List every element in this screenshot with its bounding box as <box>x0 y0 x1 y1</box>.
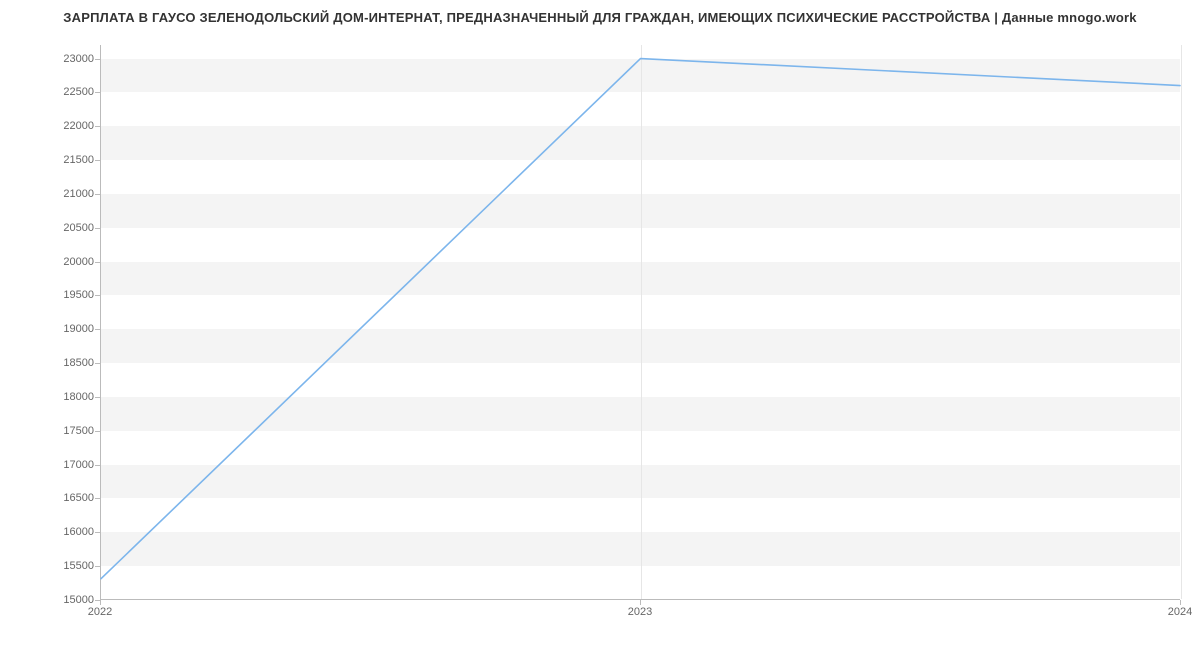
y-tick-label: 17000 <box>34 459 94 471</box>
y-tick-mark <box>95 160 100 161</box>
y-tick-mark <box>95 295 100 296</box>
y-tick-label: 18000 <box>34 391 94 403</box>
y-tick-label: 19500 <box>34 289 94 301</box>
y-tick-label: 21000 <box>34 188 94 200</box>
y-tick-mark <box>95 92 100 93</box>
y-tick-label: 15000 <box>34 594 94 606</box>
y-tick-mark <box>95 532 100 533</box>
y-tick-label: 16500 <box>34 492 94 504</box>
x-tick-label: 2022 <box>88 606 112 618</box>
x-gridline <box>1181 45 1182 599</box>
y-tick-mark <box>95 363 100 364</box>
x-tick-mark <box>640 600 641 605</box>
y-tick-label: 22500 <box>34 86 94 98</box>
y-tick-label: 21500 <box>34 154 94 166</box>
y-tick-mark <box>95 194 100 195</box>
y-tick-mark <box>95 431 100 432</box>
y-tick-label: 20000 <box>34 256 94 268</box>
y-tick-label: 23000 <box>34 53 94 65</box>
y-tick-mark <box>95 262 100 263</box>
y-tick-mark <box>95 498 100 499</box>
plot-area <box>100 45 1180 600</box>
y-tick-mark <box>95 59 100 60</box>
y-tick-mark <box>95 397 100 398</box>
y-tick-label: 17500 <box>34 425 94 437</box>
chart-container: ЗАРПЛАТА В ГАУСО ЗЕЛЕНОДОЛЬСКИЙ ДОМ-ИНТЕ… <box>0 0 1200 650</box>
y-tick-label: 22000 <box>34 120 94 132</box>
y-tick-label: 15500 <box>34 560 94 572</box>
x-tick-label: 2024 <box>1168 606 1192 618</box>
x-tick-mark <box>1180 600 1181 605</box>
series-line <box>101 59 1180 579</box>
line-layer <box>101 45 1180 599</box>
y-tick-label: 19000 <box>34 323 94 335</box>
y-tick-label: 18500 <box>34 357 94 369</box>
y-tick-label: 20500 <box>34 222 94 234</box>
y-tick-mark <box>95 228 100 229</box>
y-tick-mark <box>95 465 100 466</box>
chart-title: ЗАРПЛАТА В ГАУСО ЗЕЛЕНОДОЛЬСКИЙ ДОМ-ИНТЕ… <box>0 10 1200 25</box>
x-tick-label: 2023 <box>628 606 652 618</box>
y-tick-label: 16000 <box>34 526 94 538</box>
y-tick-mark <box>95 566 100 567</box>
y-tick-mark <box>95 329 100 330</box>
x-tick-mark <box>100 600 101 605</box>
y-tick-mark <box>95 126 100 127</box>
